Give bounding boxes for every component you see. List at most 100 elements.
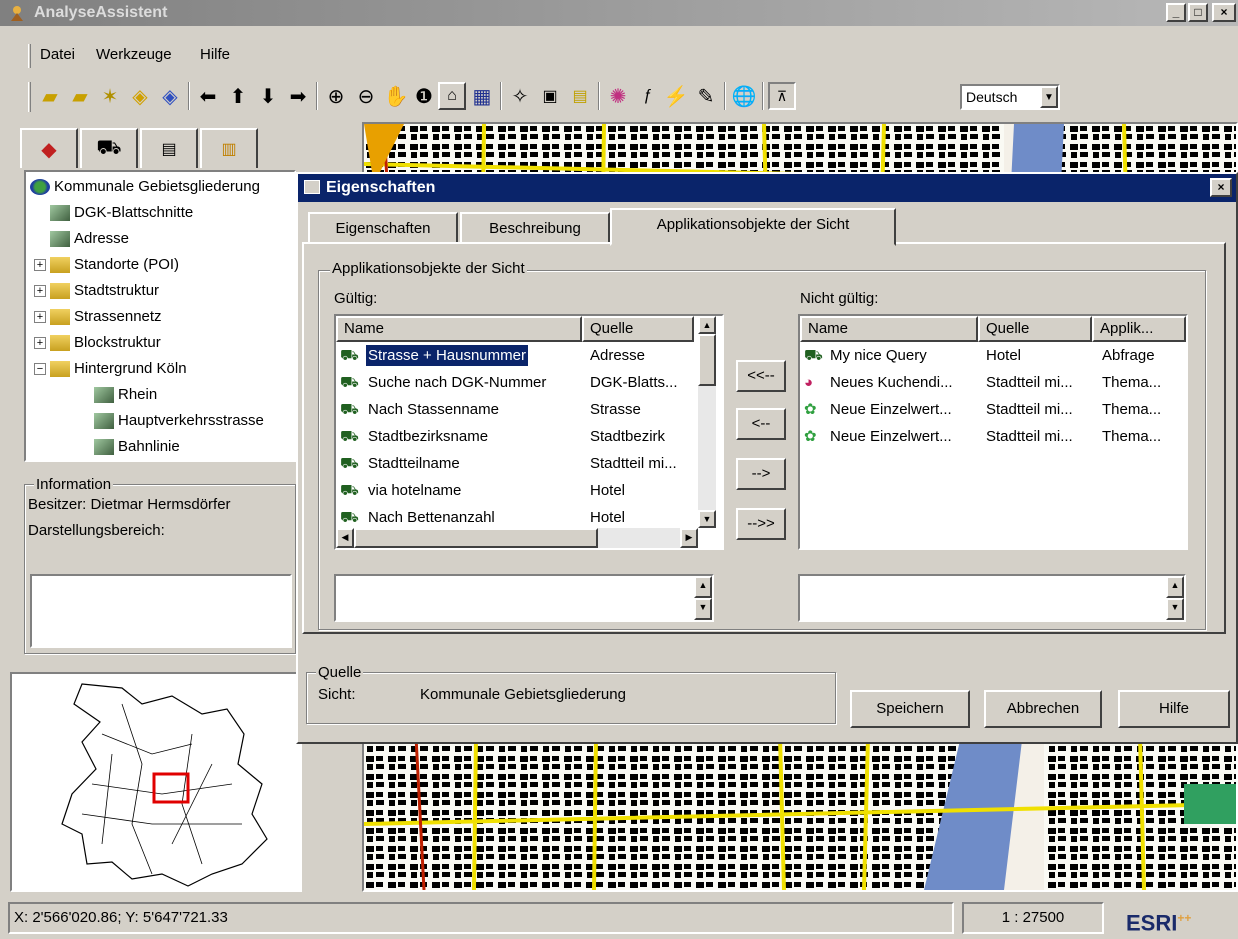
arrow-down-icon[interactable]: ⬇	[254, 82, 282, 110]
tree-item[interactable]: Rhein	[78, 382, 157, 408]
select-features-icon[interactable]: ▦	[468, 82, 496, 110]
dialog-close-button[interactable]: ×	[1210, 178, 1232, 197]
list-tab-icon[interactable]: ▤	[140, 128, 198, 168]
scroll-down-icon[interactable]: ▼	[1166, 598, 1184, 620]
tree-item[interactable]: Adresse	[34, 226, 129, 252]
tree-item[interactable]: + Standorte (POI)	[34, 252, 179, 278]
tab-eigenschaften[interactable]: Eigenschaften	[308, 212, 458, 244]
scroll-up-icon[interactable]: ▲	[694, 576, 712, 598]
invalid-description-box[interactable]: ▲ ▼	[798, 574, 1186, 622]
tree-item[interactable]: Bahnlinie	[78, 434, 180, 460]
invalid-row[interactable]: ✿ Neue Einzelwert... Stadtteil mi... Thema.…	[800, 396, 1186, 423]
chevron-down-icon[interactable]: ▼	[1040, 86, 1058, 108]
menu-werkzeuge[interactable]: Werkzeuge	[96, 46, 172, 63]
tree-item[interactable]: Hauptverkehrsstrasse	[78, 408, 264, 434]
scroll-up-icon[interactable]: ▲	[698, 316, 716, 334]
measure-icon[interactable]: ⌂	[438, 82, 466, 110]
valid-row[interactable]: ⛟ Strasse + Hausnummer Adresse	[336, 342, 698, 369]
layer-tree[interactable]: Kommunale Gebietsgliederung DGK-Blattsch…	[24, 170, 296, 462]
valid-row[interactable]: ⛟ Nach Stassenname Strasse	[336, 396, 698, 423]
valid-header-name[interactable]: Name	[336, 316, 582, 342]
add-layer2-icon[interactable]: ▰	[66, 82, 94, 110]
valid-row[interactable]: ⛟ Stadtbezirksname Stadtbezirk	[336, 423, 698, 450]
valid-description-box[interactable]: ▲ ▼	[334, 574, 714, 622]
tree-expander-icon[interactable]: +	[34, 337, 46, 350]
tree-item[interactable]: + Blockstruktur	[34, 330, 161, 356]
diamond-select-icon[interactable]: ◈	[126, 82, 154, 110]
valid-row[interactable]: ⛟ Stadtteilname Stadtteil mi...	[336, 450, 698, 477]
tree-item[interactable]: − Hintergrund Köln	[34, 356, 187, 382]
arrow-right-icon[interactable]: ➡	[284, 82, 312, 110]
overview-map[interactable]	[10, 672, 302, 892]
arrow-up-icon[interactable]: ⬆	[224, 82, 252, 110]
hscroll-thumb[interactable]	[354, 528, 598, 548]
tab-beschreibung[interactable]: Beschreibung	[460, 212, 610, 244]
tree-expander-icon[interactable]: +	[34, 259, 46, 272]
thematic-map-icon[interactable]: ✺	[604, 82, 632, 110]
scroll-left-icon[interactable]: ◀	[336, 528, 354, 548]
tab-applikationsobjekte[interactable]: Applikationsobjekte der Sicht	[610, 208, 896, 246]
move-left-button[interactable]: <--	[736, 408, 786, 440]
pan-hand-icon[interactable]: ✋	[382, 82, 410, 110]
invalid-row-app: Thema...	[1102, 401, 1162, 418]
scroll-right-icon[interactable]: ▶	[680, 528, 698, 548]
edit-icon[interactable]: ✎	[692, 82, 720, 110]
cancel-button[interactable]: Abbrechen	[984, 690, 1102, 728]
move-all-left-button[interactable]: <<--	[736, 360, 786, 392]
hotlink-icon[interactable]: ⚡	[662, 82, 690, 110]
language-select[interactable]: Deutsch ▼	[960, 84, 1060, 110]
valid-header-source[interactable]: Quelle	[582, 316, 694, 342]
tree-item[interactable]: + Strassennetz	[34, 304, 162, 330]
tree-item[interactable]: DGK-Blattschnitte	[34, 200, 193, 226]
save-button[interactable]: Speichern	[850, 690, 970, 728]
table-icon[interactable]: ▣	[536, 82, 564, 110]
scroll-down-icon[interactable]: ▼	[694, 598, 712, 620]
chart-tab-icon[interactable]: ▥	[200, 128, 258, 168]
invalid-row[interactable]: ✿ Neue Einzelwert... Stadtteil mi... Thema.…	[800, 423, 1186, 450]
tree-root[interactable]: Kommunale Gebietsgliederung	[30, 174, 260, 200]
info-textbox[interactable]	[30, 574, 292, 648]
invalid-list[interactable]: Name Quelle Applik... ⛟ My nice Query Hote…	[798, 314, 1188, 550]
invalid-header-name[interactable]: Name	[800, 316, 978, 342]
close-window-button[interactable]: ×	[1212, 3, 1236, 22]
scale-icon[interactable]: ⊼	[768, 82, 796, 110]
menu-datei[interactable]: Datei	[40, 46, 75, 63]
invalid-header-source[interactable]: Quelle	[978, 316, 1092, 342]
arrow-left-icon[interactable]: ⬅	[194, 82, 222, 110]
valid-hscroll[interactable]: ◀ ▶	[336, 528, 698, 548]
tree-expander-icon[interactable]: +	[34, 311, 46, 324]
globe-icon[interactable]: 🌐	[730, 82, 758, 110]
move-right-button[interactable]: -->	[736, 458, 786, 490]
layer-wizard-icon[interactable]: ✶	[96, 82, 124, 110]
layers-tab-icon[interactable]: ◆	[20, 128, 78, 168]
invalid-header-app[interactable]: Applik...	[1092, 316, 1186, 342]
move-all-right-button[interactable]: -->>	[736, 508, 786, 540]
valid-row[interactable]: ⛟ via hotelname Hotel	[336, 477, 698, 504]
form-icon[interactable]: ▤	[566, 82, 594, 110]
scroll-thumb[interactable]	[698, 334, 716, 386]
tree-expander-icon[interactable]: −	[34, 363, 46, 376]
valid-list[interactable]: Name Quelle ⛟ Strasse + Hausnummer Adresse…	[334, 314, 724, 550]
invalid-label: Nicht gültig:	[800, 290, 879, 307]
menu-hilfe[interactable]: Hilfe	[200, 46, 230, 63]
info-icon[interactable]: ❶	[410, 82, 438, 110]
tree-expander-icon[interactable]: +	[34, 285, 46, 298]
query-icon[interactable]: ƒ	[634, 82, 662, 110]
zoom-out-icon[interactable]: ⊖	[352, 82, 380, 110]
tree-item[interactable]: + Stadtstruktur	[34, 278, 159, 304]
invalid-row[interactable]: ◕ Neues Kuchendi... Stadtteil mi... Thema..…	[800, 369, 1186, 396]
maximize-button[interactable]: □	[1188, 3, 1208, 22]
help-button[interactable]: Hilfe	[1118, 690, 1230, 728]
scroll-up-icon[interactable]: ▲	[1166, 576, 1184, 598]
minimize-button[interactable]: _	[1166, 3, 1186, 22]
add-layer-icon[interactable]: ▰	[36, 82, 64, 110]
valid-row[interactable]: ⛟ Nach Bettenanzahl Hotel	[336, 504, 698, 531]
valid-vscroll[interactable]: ▲ ▼	[698, 316, 716, 528]
invalid-row[interactable]: ⛟ My nice Query Hotel Abfrage	[800, 342, 1186, 369]
back-nav-icon[interactable]: ◈	[156, 82, 184, 110]
binoculars-tab-icon[interactable]: ⛟	[80, 128, 138, 168]
scroll-down-icon[interactable]: ▼	[698, 510, 716, 528]
new-item-icon[interactable]: ✧	[506, 82, 534, 110]
valid-row[interactable]: ⛟ Suche nach DGK-Nummer DGK-Blatts...	[336, 369, 698, 396]
zoom-in-icon[interactable]: ⊕	[322, 82, 350, 110]
